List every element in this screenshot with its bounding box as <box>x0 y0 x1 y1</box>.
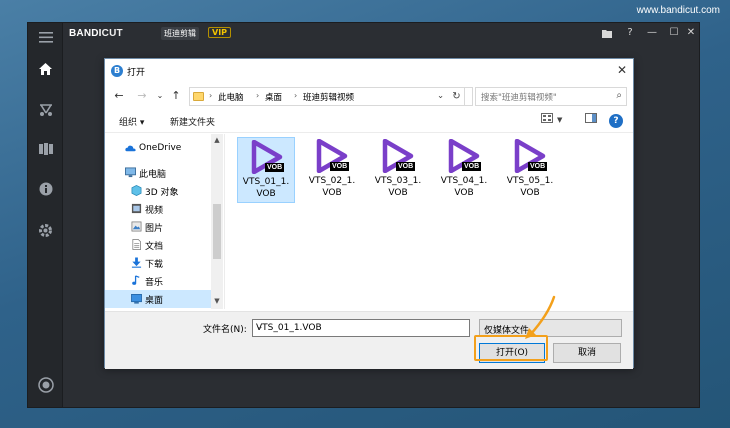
cut-icon[interactable] <box>28 97 63 121</box>
breadcrumb-folder[interactable]: 班迪剪辑视频 <box>303 91 354 103</box>
sidebar <box>28 23 63 407</box>
scroll-up-icon[interactable]: ▲ <box>211 136 223 146</box>
vob-badge: VOB <box>396 162 416 171</box>
close-icon[interactable]: ✕ <box>685 26 697 40</box>
record-icon[interactable] <box>28 373 63 397</box>
tree-item-3d-objects[interactable]: 3D 对象 <box>105 182 211 200</box>
vob-badge: VOB <box>528 162 548 171</box>
app-subtitle: 班迪剪辑 <box>161 27 199 40</box>
tree-item-desktop[interactable]: 桌面 <box>105 290 211 308</box>
picture-icon <box>131 221 142 232</box>
chevron-right-icon: › <box>209 91 213 100</box>
vip-badge[interactable]: VIP <box>208 27 232 38</box>
file-item[interactable]: VOB VTS_04_1. VOB <box>435 137 493 203</box>
file-name: VTS_04_1. VOB <box>440 176 488 198</box>
vob-badge: VOB <box>462 162 482 171</box>
forward-icon[interactable]: → <box>135 88 149 104</box>
app-logo: BANDICUT <box>69 28 123 39</box>
pointer-arrow-icon <box>525 295 556 339</box>
cancel-button[interactable]: 取消 <box>553 343 621 363</box>
scrollbar-thumb[interactable] <box>213 204 221 259</box>
search-placeholder: 搜索"班迪剪辑视频" <box>481 93 557 103</box>
file-item[interactable]: VOB VTS_02_1. VOB <box>303 137 361 203</box>
file-name: VTS_05_1. VOB <box>506 176 554 198</box>
bandicut-icon: B <box>111 65 123 77</box>
document-icon <box>132 239 141 250</box>
address-bar[interactable]: › 此电脑 › 桌面 › 班迪剪辑视频 ⌄ <box>189 87 473 106</box>
desktop-icon <box>131 294 142 304</box>
tree-scrollbar[interactable]: ▲ ▼ <box>211 134 223 309</box>
tree-item-downloads[interactable]: 下载 <box>105 254 211 272</box>
tree-item-music[interactable]: 音乐 <box>105 272 211 290</box>
tree-item-this-pc[interactable]: 此电脑 <box>105 164 211 182</box>
filename-input[interactable]: VTS_01_1.VOB ⌄ <box>252 319 470 337</box>
search-icon: ⌕ <box>616 90 622 101</box>
dialog-close-icon[interactable]: ✕ <box>617 63 627 77</box>
preview-pane-icon[interactable] <box>585 113 597 126</box>
vob-badge: VOB <box>265 163 285 172</box>
view-dropdown-icon[interactable]: ▼ <box>557 116 562 124</box>
view-options-icon[interactable] <box>541 113 553 126</box>
new-folder-button[interactable]: 新建文件夹 <box>170 115 215 128</box>
scroll-down-icon[interactable]: ▼ <box>211 297 223 307</box>
recent-dropdown-icon[interactable]: ⌄ <box>153 88 167 104</box>
chevron-down-icon[interactable]: ⌄ <box>256 322 466 332</box>
tree-item-onedrive[interactable]: OneDrive <box>105 140 211 158</box>
tree-item-documents[interactable]: 文档 <box>105 236 211 254</box>
filename-label: 文件名(N): <box>203 325 247 335</box>
join-icon[interactable] <box>28 137 63 161</box>
file-name: VTS_02_1. VOB <box>308 176 356 198</box>
chevron-right-icon: › <box>294 91 298 100</box>
refresh-icon[interactable]: ↻ <box>449 87 465 106</box>
folder-icon[interactable] <box>601 26 613 40</box>
cloud-icon <box>125 145 136 152</box>
home-icon[interactable] <box>28 57 63 81</box>
vob-badge: VOB <box>330 162 350 171</box>
breadcrumb-desktop[interactable]: 桌面 <box>265 91 282 103</box>
computer-icon <box>125 167 136 178</box>
video-icon <box>131 203 142 214</box>
navigation-bar: ← → ⌄ ↑ › 此电脑 › 桌面 › 班迪剪辑视频 ⌄ ↻ 搜索"班迪剪辑视… <box>105 85 633 107</box>
back-icon[interactable]: ← <box>112 88 126 104</box>
up-icon[interactable]: ↑ <box>169 88 183 104</box>
watermark: www.bandicut.com <box>636 5 720 16</box>
folder-icon <box>193 92 204 101</box>
file-name: VTS_03_1. VOB <box>374 176 422 198</box>
cube-icon <box>131 185 142 196</box>
minimize-icon[interactable]: — <box>646 26 658 40</box>
file-list: VOB VTS_01_1. VOB VOB VTS_02_1. VOB VOB VT… <box>235 137 630 307</box>
tree-item-pictures[interactable]: 图片 <box>105 218 211 236</box>
organize-button[interactable]: 组织 ▾ <box>119 115 144 128</box>
music-icon <box>132 275 140 285</box>
file-item[interactable]: VOB VTS_05_1. VOB <box>501 137 559 203</box>
breadcrumb-this-pc[interactable]: 此电脑 <box>218 91 244 103</box>
settings-icon[interactable] <box>28 218 63 242</box>
address-dropdown-icon[interactable]: ⌄ <box>437 91 444 101</box>
download-icon <box>131 257 142 268</box>
command-bar: 组织 ▾ 新建文件夹 ▼ ? <box>105 109 633 133</box>
navigation-tree: OneDrive 此电脑 3D 对象 视频 图片 文档 下载 音乐 桌面 ▲ ▼ <box>105 134 225 309</box>
file-name: VTS_01_1. VOB <box>242 177 290 199</box>
menu-icon[interactable] <box>28 25 63 49</box>
help-icon[interactable]: ? <box>624 26 636 40</box>
tree-item-videos[interactable]: 视频 <box>105 200 211 218</box>
maximize-icon[interactable]: ☐ <box>668 26 680 40</box>
dialog-title-bar: B 打开 ✕ <box>105 59 633 84</box>
help-icon[interactable]: ? <box>609 114 623 128</box>
file-item[interactable]: VOB VTS_03_1. VOB <box>369 137 427 203</box>
file-item[interactable]: VOB VTS_01_1. VOB <box>237 137 295 203</box>
chevron-right-icon: › <box>256 91 260 100</box>
dialog-title: 打开 <box>127 68 146 78</box>
search-input[interactable]: 搜索"班迪剪辑视频" ⌕ <box>475 87 627 106</box>
info-icon[interactable] <box>28 177 63 201</box>
title-bar: BANDICUT 班迪剪辑 VIP ? — ☐ ✕ <box>63 23 699 45</box>
